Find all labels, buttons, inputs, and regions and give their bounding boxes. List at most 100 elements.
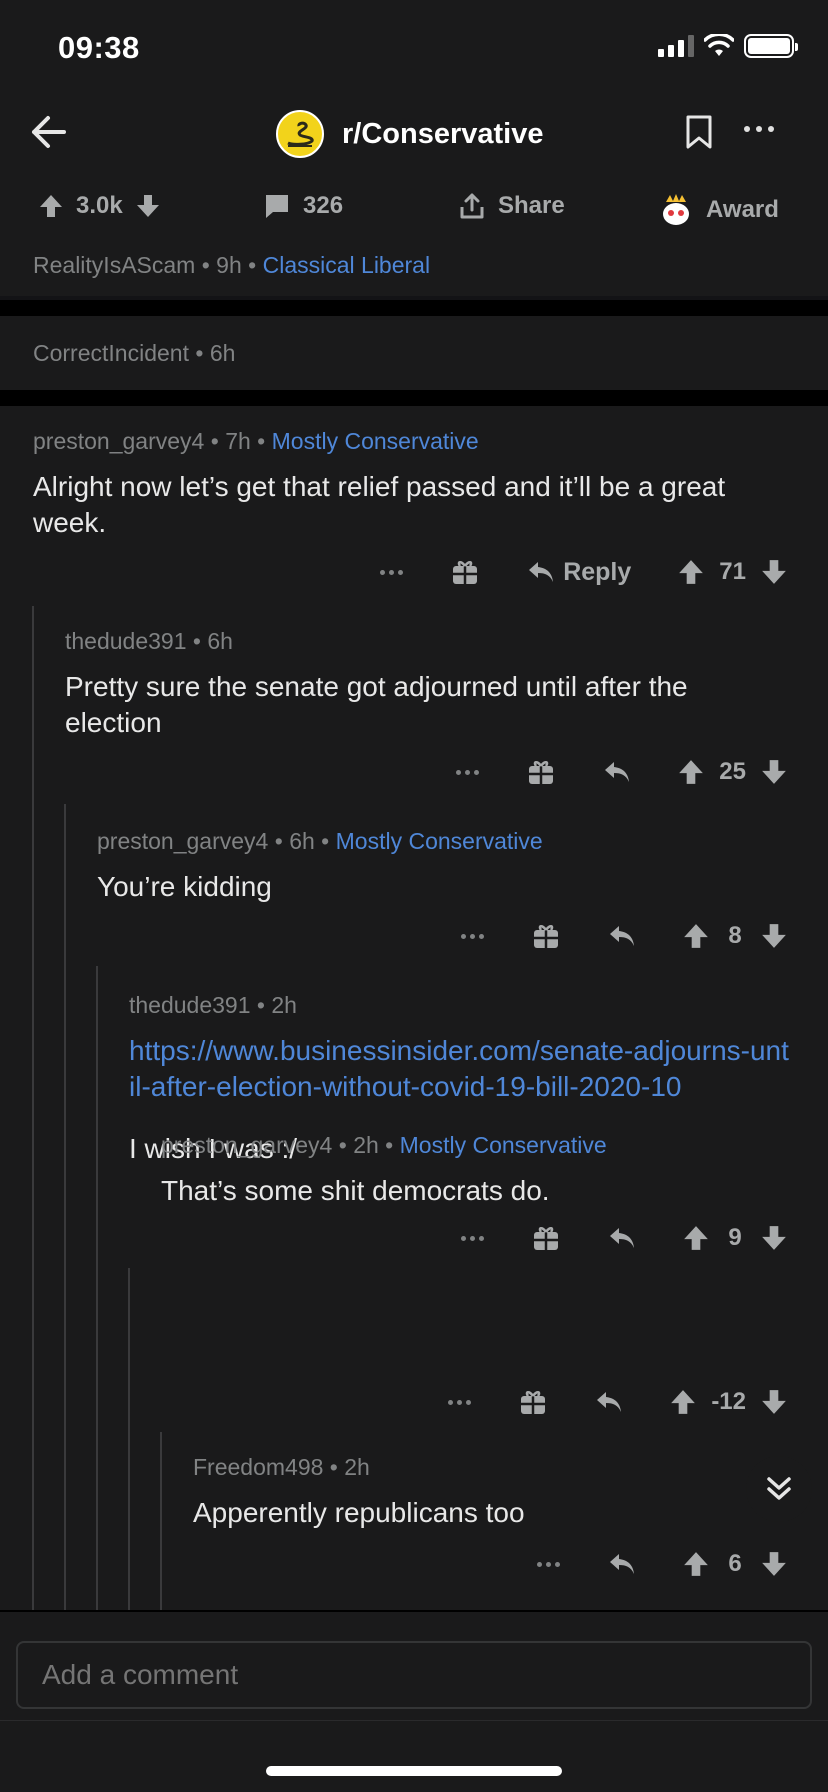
downvote-icon[interactable] <box>760 558 788 586</box>
award-button[interactable]: Award <box>658 192 779 228</box>
downvote-icon[interactable] <box>760 1224 788 1252</box>
comment-author[interactable]: thedude391 <box>65 628 187 654</box>
reply-arrow-icon <box>529 562 554 582</box>
comment-actions: 6 <box>537 1544 788 1584</box>
more-options-icon[interactable] <box>448 1399 472 1405</box>
comment-age: 6h <box>209 340 236 366</box>
comment-score: 25 <box>719 758 746 785</box>
thread-line[interactable] <box>160 1432 162 1610</box>
gift-icon[interactable] <box>519 1388 547 1416</box>
more-options-icon[interactable] <box>461 1235 484 1241</box>
collapsed-comment[interactable]: CorrectIncident • 6h <box>0 316 828 390</box>
more-options-icon[interactable] <box>456 769 480 775</box>
add-comment-input[interactable] <box>16 1641 812 1709</box>
downvote-icon[interactable] <box>760 758 788 786</box>
thread-line[interactable] <box>32 606 34 1610</box>
comment-age: 7h <box>225 428 251 454</box>
comment-body: That’s some shit democrats do. <box>161 1175 550 1206</box>
comment-body: Alright now let’s get that relief passed… <box>33 471 726 538</box>
comment-thread: preston_garvey4 • 7h • Mostly Conservati… <box>0 406 828 1610</box>
thread-line[interactable] <box>128 1268 130 1610</box>
upvote-icon[interactable] <box>682 1550 710 1578</box>
post-action-bar: 3.0k 326 Share Award <box>0 192 828 236</box>
back-arrow-icon[interactable] <box>28 112 68 152</box>
share-icon <box>460 193 484 219</box>
reply-button[interactable]: Reply <box>527 558 631 587</box>
comment-age: 6h <box>289 828 315 854</box>
comment-meta: preston_garvey4 • 7h • Mostly Conservati… <box>33 428 479 454</box>
downvote-icon[interactable] <box>760 1388 788 1416</box>
comment-score: 9 <box>728 1224 742 1251</box>
comment-author[interactable]: thedude391 <box>129 992 251 1018</box>
downvote-icon[interactable] <box>760 1550 788 1578</box>
thread-line[interactable] <box>64 804 66 1610</box>
comment-bubble-icon <box>266 195 288 218</box>
award-icon <box>663 194 689 225</box>
comment-author[interactable]: preston_garvey4 <box>97 828 268 854</box>
thread-line[interactable] <box>96 966 98 1610</box>
comment-author-flair: Mostly Conservative <box>271 428 479 454</box>
comment: thedude391 • 6h Pretty sure the senate g… <box>65 628 785 741</box>
comment-meta: preston_garvey4 • 6h • Mostly Conservati… <box>97 828 543 854</box>
bookmark-icon[interactable] <box>684 114 714 150</box>
comment-link[interactable]: https://www.businessinsider.com/senate-a… <box>129 1033 789 1105</box>
divider <box>0 1720 828 1721</box>
cellular-signal-icon <box>658 35 694 57</box>
divider <box>0 390 828 406</box>
reply-arrow-icon[interactable] <box>608 1552 636 1576</box>
comment-score: 6 <box>728 1550 742 1577</box>
reply-arrow-icon[interactable] <box>608 1226 636 1250</box>
comment-meta: thedude391 • 6h <box>65 628 233 654</box>
comment-body: You’re kidding <box>97 871 272 902</box>
upvote-icon[interactable] <box>669 1388 697 1416</box>
more-options-icon[interactable] <box>744 126 774 132</box>
post-age: 9h <box>216 252 242 278</box>
comment: preston_garvey4 • 6h • Mostly Conservati… <box>97 828 787 905</box>
comment-actions: 9 <box>461 1218 788 1258</box>
home-indicator[interactable] <box>266 1766 562 1776</box>
upvote-icon[interactable] <box>38 193 64 219</box>
status-time: 09:38 <box>58 30 140 65</box>
comment-author[interactable]: preston_garvey4 <box>161 1132 332 1158</box>
status-bar: 09:38 <box>0 0 828 96</box>
more-options-icon[interactable] <box>380 569 404 575</box>
upvote-icon[interactable] <box>677 758 705 786</box>
comment: preston_garvey4 • 2h • Mostly Conservati… <box>161 1132 801 1209</box>
reply-arrow-icon[interactable] <box>603 760 631 784</box>
divider <box>0 1610 828 1612</box>
share-button[interactable]: Share <box>458 192 565 220</box>
comment-meta: thedude391 • 2h <box>129 992 297 1018</box>
gift-icon[interactable] <box>527 758 555 786</box>
comment-actions: 8 <box>461 916 788 956</box>
comment-author[interactable]: CorrectIncident <box>33 340 189 366</box>
reply-arrow-icon[interactable] <box>595 1390 623 1414</box>
more-options-icon[interactable] <box>537 1561 560 1567</box>
subreddit-name: r/Conservative <box>342 117 544 150</box>
upvote-icon[interactable] <box>677 558 705 586</box>
post-author[interactable]: RealityIsAScam <box>33 252 195 278</box>
double-chevron-down-icon <box>767 1477 791 1500</box>
gift-icon[interactable] <box>532 1224 560 1252</box>
comment-meta: CorrectIncident • 6h <box>33 340 236 366</box>
comment-actions: Reply 71 <box>380 552 788 592</box>
subreddit-avatar <box>276 110 324 158</box>
jump-to-next-button[interactable] <box>746 1456 812 1522</box>
upvote-icon[interactable] <box>682 1224 710 1252</box>
comment: preston_garvey4 • 7h • Mostly Conservati… <box>33 428 793 541</box>
gift-icon[interactable] <box>532 922 560 950</box>
post-meta: RealityIsAScam • 9h • Classical Liberal <box>33 252 431 278</box>
gift-icon[interactable] <box>451 558 479 586</box>
downvote-icon[interactable] <box>135 193 161 219</box>
subreddit-title[interactable]: r/Conservative <box>276 110 544 158</box>
comments-button[interactable]: 326 <box>263 192 343 220</box>
more-options-icon[interactable] <box>461 933 484 939</box>
comment-score: 8 <box>728 922 742 949</box>
comment-score: -12 <box>711 1388 746 1415</box>
post-author-flair: Classical Liberal <box>262 252 431 278</box>
upvote-icon[interactable] <box>682 922 710 950</box>
comment-author[interactable]: Freedom498 <box>193 1454 323 1480</box>
downvote-icon[interactable] <box>760 922 788 950</box>
comment-author[interactable]: preston_garvey4 <box>33 428 204 454</box>
reply-arrow-icon[interactable] <box>608 924 636 948</box>
comment-author-flair: Mostly Conservative <box>335 828 543 854</box>
